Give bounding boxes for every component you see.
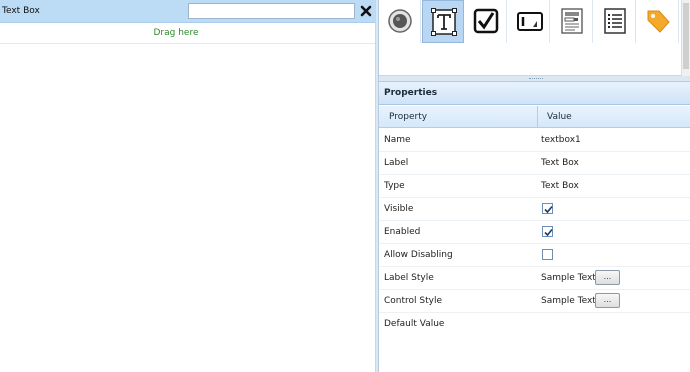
label-tool[interactable] [508, 0, 550, 43]
text-box-tool[interactable] [422, 0, 464, 43]
properties-header: Property Value [379, 106, 690, 128]
property-row-label[interactable]: Label Text Box [379, 152, 690, 175]
tag-tool[interactable] [637, 0, 679, 43]
property-row-name[interactable]: Name textbox1 [379, 129, 690, 152]
properties-title-bar: Properties [379, 82, 690, 105]
enabled-checkbox[interactable] [542, 226, 553, 237]
checkmark-icon [544, 228, 553, 237]
form-canvas[interactable]: Text Box Drag here [0, 0, 375, 372]
column-header-value[interactable]: Value [547, 112, 572, 122]
column-header-property[interactable]: Property [389, 112, 427, 122]
property-name: Label Style [384, 273, 434, 283]
drag-hint: Drag here [153, 28, 199, 38]
property-row-visible[interactable]: Visible [379, 198, 690, 221]
drop-zone[interactable]: Drag here [0, 24, 375, 44]
control-label: Text Box [2, 6, 40, 16]
checkbox-tool[interactable] [465, 0, 507, 43]
property-name: Label [384, 158, 409, 168]
property-value: Sample Text [541, 296, 596, 306]
radio-icon [388, 9, 412, 33]
property-value: Sample Text [541, 273, 596, 283]
property-name: Allow Disabling [384, 250, 453, 260]
property-value[interactable]: Text Box [541, 158, 579, 168]
list-icon [604, 8, 626, 34]
property-name: Name [384, 135, 411, 145]
selected-control-row[interactable]: Text Box [0, 0, 375, 23]
dropdown-form-icon [561, 8, 583, 34]
tag-icon [647, 10, 670, 33]
property-row-type[interactable]: Type Text Box [379, 175, 690, 198]
checkmark-icon [544, 205, 553, 214]
allow-disabling-checkbox[interactable] [542, 249, 553, 260]
toolbox [379, 0, 690, 76]
properties-title: Properties [384, 88, 438, 98]
remove-control-icon[interactable] [359, 4, 373, 18]
property-row-enabled[interactable]: Enabled [379, 221, 690, 244]
visible-checkbox[interactable] [542, 203, 553, 214]
label-style-button[interactable]: ... [595, 270, 620, 285]
checkbox-icon [473, 8, 499, 34]
property-value[interactable]: Text Box [541, 181, 579, 191]
label-icon [517, 12, 543, 31]
text-box-icon [431, 8, 457, 36]
property-row-allow-disabling[interactable]: Allow Disabling [379, 244, 690, 267]
column-divider[interactable] [537, 106, 538, 128]
property-name: Control Style [384, 296, 442, 306]
property-name: Visible [384, 204, 414, 214]
dropdown-tool[interactable] [551, 0, 593, 43]
list-tool[interactable] [594, 0, 636, 43]
property-name: Default Value [384, 319, 445, 329]
property-name: Enabled [384, 227, 421, 237]
toolbox-scroll-thumb[interactable] [683, 3, 689, 69]
property-value[interactable]: textbox1 [541, 135, 581, 145]
properties-panel: Properties Property Value Name textbox1 … [379, 82, 690, 372]
splitter-grip-icon [529, 78, 543, 79]
control-text-input[interactable] [188, 3, 355, 19]
property-name: Type [384, 181, 405, 191]
toolbox-scrollbar[interactable] [681, 0, 690, 76]
property-row-label-style[interactable]: Label Style Sample Text ... [379, 267, 690, 290]
radio-button-tool[interactable] [379, 0, 421, 43]
control-style-button[interactable]: ... [595, 293, 620, 308]
property-row-control-style[interactable]: Control Style Sample Text ... [379, 290, 690, 313]
property-row-default-value[interactable]: Default Value [379, 313, 690, 336]
